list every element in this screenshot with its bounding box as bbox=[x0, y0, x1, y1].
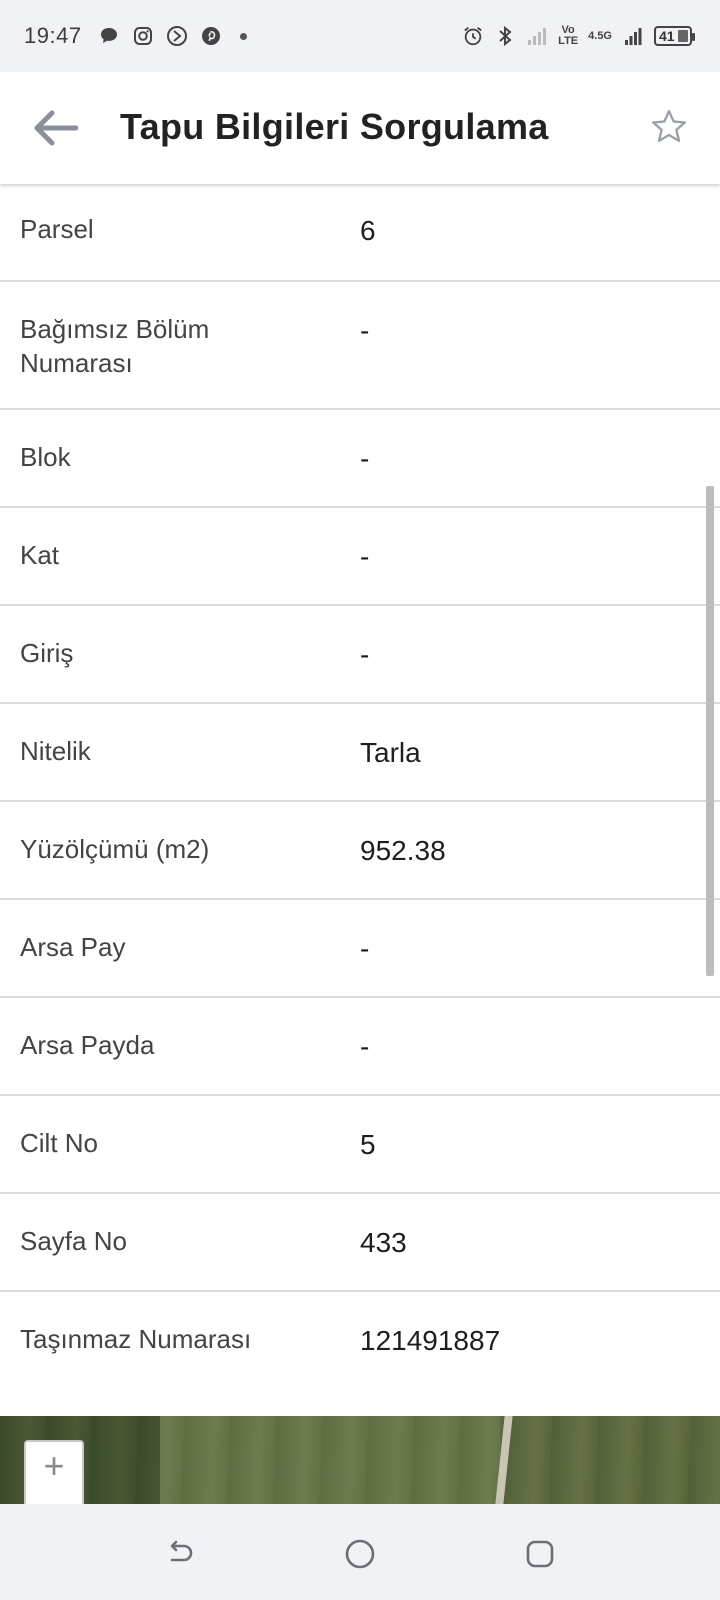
back-nav-icon bbox=[170, 1540, 193, 1562]
details-list: Parsel 6 Bağımsız Bölüm Numarası - Blok … bbox=[0, 184, 720, 1416]
nav-recents-button[interactable] bbox=[520, 1534, 560, 1574]
detail-value: 5 bbox=[360, 1129, 376, 1160]
detail-value: - bbox=[360, 933, 370, 964]
zoom-in-button[interactable]: + bbox=[24, 1440, 84, 1504]
recents-nav-icon bbox=[526, 1540, 554, 1568]
back-button[interactable] bbox=[30, 104, 80, 152]
nav-back-button[interactable] bbox=[160, 1534, 200, 1574]
detail-label: Parsel bbox=[20, 214, 94, 244]
notification-icons bbox=[98, 25, 247, 47]
battery-level: 41 bbox=[659, 28, 675, 44]
arrow-left-icon bbox=[34, 110, 78, 146]
detail-value: 952.38 bbox=[360, 835, 446, 866]
detail-value: - bbox=[360, 541, 370, 572]
detail-value: - bbox=[360, 639, 370, 670]
system-icons: Vo LTE 4.5G 41 bbox=[462, 0, 695, 72]
detail-row-arsa-payda: Arsa Payda - bbox=[0, 998, 720, 1096]
detail-row-arsa-pay: Arsa Pay - bbox=[0, 900, 720, 998]
page-title: Tapu Bilgileri Sorgulama bbox=[120, 106, 549, 147]
scrollbar[interactable] bbox=[706, 486, 714, 976]
status-bar: 19:47 Vo LTE 4.5G 41 bbox=[0, 0, 720, 72]
favorite-button[interactable] bbox=[646, 104, 692, 150]
detail-value: - bbox=[360, 1031, 370, 1062]
detail-row-cilt-no: Cilt No 5 bbox=[0, 1096, 720, 1194]
home-nav-icon bbox=[345, 1539, 375, 1569]
chat-bubble-icon bbox=[98, 25, 120, 47]
map-field bbox=[500, 1416, 720, 1504]
detail-label: Bağımsız Bölüm Numarası bbox=[20, 314, 210, 378]
detail-label: Nitelik bbox=[20, 736, 91, 766]
alarm-icon bbox=[462, 25, 484, 47]
detail-row-bagimsiz-bolum: Bağımsız Bölüm Numarası - bbox=[0, 282, 720, 410]
star-outline-icon bbox=[652, 110, 686, 142]
detail-label: Cilt No bbox=[20, 1128, 99, 1158]
detail-label: Arsa Payda bbox=[20, 1030, 155, 1060]
satellite-map[interactable]: + bbox=[0, 1416, 720, 1504]
detail-label: Yüzölçümü (m2) bbox=[20, 834, 210, 864]
detail-value: - bbox=[360, 315, 370, 346]
detail-label: Sayfa No bbox=[20, 1226, 127, 1256]
pinterest-icon bbox=[200, 25, 222, 47]
detail-row-sayfa-no: Sayfa No 433 bbox=[0, 1194, 720, 1292]
instagram-icon bbox=[132, 25, 154, 47]
detail-label: Blok bbox=[20, 442, 71, 472]
detail-value: 121491887 bbox=[360, 1325, 501, 1356]
detail-value: 433 bbox=[360, 1227, 407, 1258]
signal-strong-icon bbox=[622, 25, 644, 47]
apps-icon bbox=[166, 25, 188, 47]
detail-value: - bbox=[360, 443, 370, 474]
bluetooth-icon bbox=[494, 25, 516, 47]
detail-row-blok: Blok - bbox=[0, 410, 720, 508]
detail-row-nitelik: Nitelik Tarla bbox=[0, 704, 720, 802]
battery-icon: 41 bbox=[654, 26, 695, 46]
network-type-label: 4.5G bbox=[588, 29, 612, 42]
map-field bbox=[160, 1416, 500, 1504]
status-time: 19:47 bbox=[24, 23, 82, 48]
volte-label: Vo LTE bbox=[558, 24, 579, 47]
detail-label: Giriş bbox=[20, 638, 74, 668]
app-bar: Tapu Bilgileri Sorgulama bbox=[0, 72, 720, 184]
more-notifications-dot bbox=[239, 32, 247, 40]
detail-label: Taşınmaz Numarası bbox=[20, 1324, 252, 1354]
detail-row-parsel: Parsel 6 bbox=[0, 184, 720, 282]
detail-row-tasinmaz-numarasi: Taşınmaz Numarası 121491887 bbox=[0, 1292, 720, 1390]
detail-row-giris: Giriş - bbox=[0, 606, 720, 704]
detail-row-yuzolcumu: Yüzölçümü (m2) 952.38 bbox=[0, 802, 720, 900]
nav-home-button[interactable] bbox=[340, 1534, 380, 1574]
detail-value: 6 bbox=[360, 215, 376, 246]
signal-weak-icon bbox=[526, 25, 548, 47]
detail-value: Tarla bbox=[360, 737, 421, 768]
detail-label: Arsa Pay bbox=[20, 932, 126, 962]
system-nav-bar bbox=[0, 1504, 720, 1600]
detail-row-kat: Kat - bbox=[0, 508, 720, 606]
detail-label: Kat bbox=[20, 540, 60, 570]
